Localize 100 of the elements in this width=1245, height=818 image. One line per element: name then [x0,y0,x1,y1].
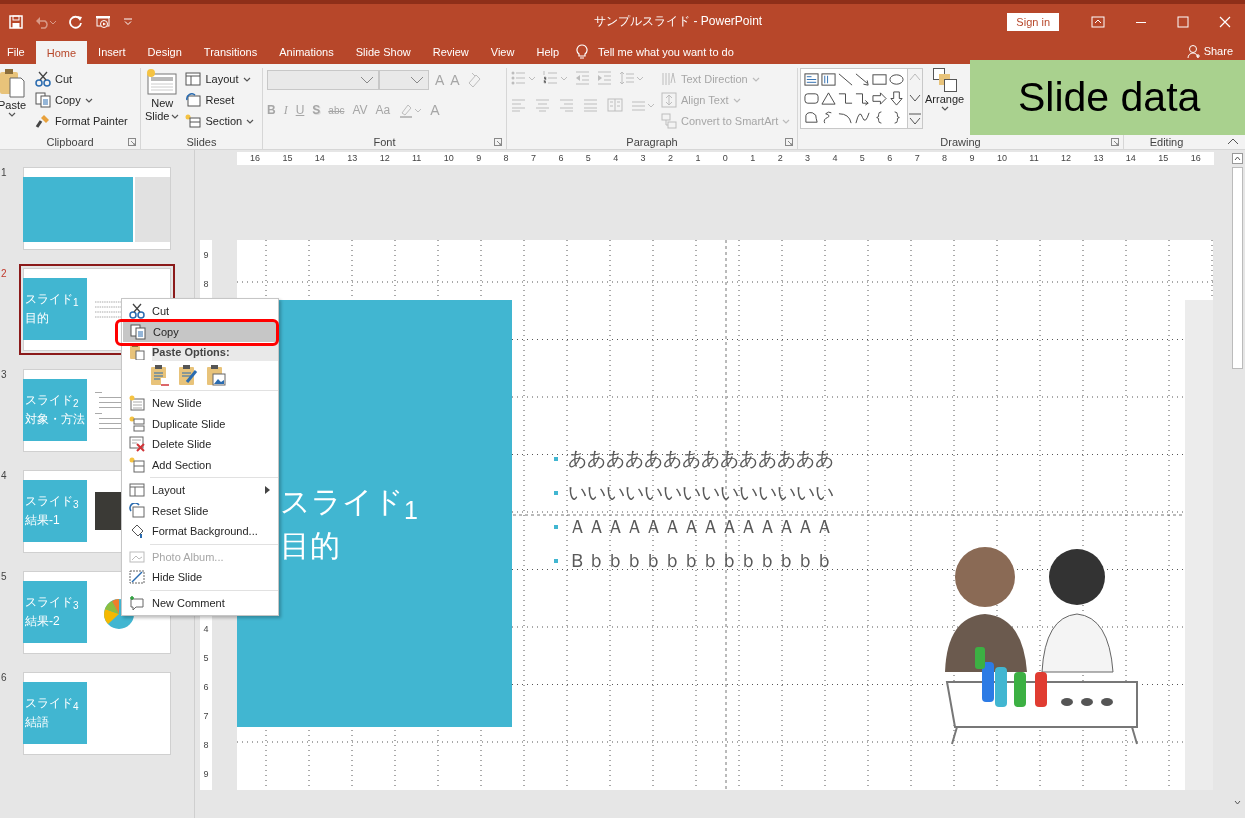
command-button[interactable]: Copy [35,91,128,109]
submenu-arrow-icon [265,486,270,495]
right-arrow-shape-icon[interactable] [872,91,887,106]
paste-as-picture-icon[interactable] [206,364,226,386]
dialog-launcher-icon[interactable] [785,138,793,146]
ruler-number: 11 [1029,154,1039,163]
paste-keep-text-icon[interactable] [150,364,170,386]
bullet-icon [554,457,558,461]
ruler-number: 2 [777,154,783,163]
curve-shape-icon[interactable] [855,110,870,125]
ribbon-tab[interactable]: View [479,39,526,64]
ribbon-tab[interactable]: Slide Show [344,39,422,64]
ruler-number: 5 [859,154,865,163]
share-button[interactable]: Share [1186,43,1233,59]
ruler-number: 2 [668,154,674,163]
menu-item[interactable]: New Slide [122,393,278,414]
rectangle-shape-icon[interactable] [872,72,887,87]
ribbon-tab[interactable]: Animations [268,39,345,64]
slide-number: 5 [0,570,8,582]
ruler-number: 6 [558,154,564,163]
arrow-shape-icon[interactable] [855,72,870,87]
paint-bucket-icon [129,523,145,540]
thumbnail-title: スライド$_{4}$ 結語 [24,696,79,730]
arrange-button[interactable]: Arrange [925,68,965,111]
sign-in-button[interactable]: Sign in [1007,12,1059,31]
menu-item[interactable]: Reset Slide [122,500,278,521]
slide-number: 6 [0,671,8,683]
ruler-number: 4 [613,154,619,163]
ribbon-tab[interactable]: Review [421,39,480,64]
dialog-launcher-icon[interactable] [494,138,502,146]
thumbnail-title: スライド$_{1}$ 目的 [24,292,79,326]
vertical-text-box-icon[interactable] [821,72,836,87]
dialog-launcher-icon[interactable] [1111,138,1119,146]
text-box-icon[interactable] [804,72,819,87]
presentation-icon[interactable] [95,14,111,29]
ribbon-tab[interactable]: Help [525,39,571,64]
ruler-number: 7 [531,154,536,163]
command-button[interactable]: Section [185,112,255,130]
menu-item[interactable]: Format Background... [122,521,278,542]
freeform-shape-icon[interactable] [804,110,819,125]
slide-number: 4 [0,469,8,481]
menu-item[interactable]: Add Section [122,454,278,475]
down-arrow-shape-icon[interactable] [889,91,904,106]
menu-item[interactable]: Hide Slide [122,567,278,588]
ribbon-tab[interactable]: File [0,39,36,64]
paste-with-formatting-icon[interactable] [178,364,198,386]
oval-shape-icon[interactable] [889,72,904,87]
thumbnail-title: スライド$_{3}$ 結果-2 [24,595,79,629]
save-icon[interactable] [9,14,23,29]
arc-shape-icon[interactable] [838,110,853,125]
ruler-number: 3 [640,154,646,163]
ruler-number: 8 [942,154,948,163]
elbow-arrow-icon[interactable] [855,91,870,106]
ruler-number: 9 [969,154,975,163]
menu-item[interactable]: New Comment [122,592,278,613]
new-slide-icon [146,68,179,96]
ribbon-tab[interactable]: Insert [87,39,137,64]
menu-item[interactable]: Duplicate Slide [122,413,278,434]
new-slide-button[interactable]: New Slide [145,68,180,122]
copy-icon [130,323,146,340]
ribbon-display-icon[interactable] [1091,15,1105,28]
group-label: Editing [1149,136,1184,148]
bullet-text: Ｂｂｂｂｂｂｂｂｂｂｂｂｂｂ [568,549,834,573]
command-button[interactable]: Format Painter [35,112,128,130]
bullet-text: ああああああああああああああ [568,447,834,471]
menu-item[interactable]: Layout [122,480,278,501]
thumbnail-title: スライド$_{2}$ 対象・方法 [24,393,85,427]
ribbon-tab[interactable]: Home [35,41,88,64]
delete-slide-icon [129,436,145,453]
ruler-number: 10 [443,154,454,163]
command-button[interactable]: Layout [185,70,255,88]
redo-icon[interactable] [69,14,83,29]
scissors-icon [35,71,51,87]
collapse-ribbon-icon[interactable] [1227,137,1239,145]
menu-item[interactable]: Copy [123,321,277,342]
bullet-icon [554,525,558,529]
ribbon-tab[interactable]: Transitions [192,39,269,64]
triangle-shape-icon[interactable] [821,91,836,106]
scroll-up-icon[interactable] [1232,153,1243,164]
scrollbar-thumb[interactable] [1232,167,1243,369]
menu-item[interactable]: Delete Slide [122,434,278,455]
customize-caret-icon[interactable] [123,17,133,26]
reset-icon [185,93,202,107]
ribbon-tab[interactable]: Design [136,39,193,64]
more-icon[interactable] [908,112,922,126]
caret-icon [171,113,180,119]
maximize-icon[interactable] [1177,15,1189,28]
ruler-number: 10 [996,154,1007,163]
ruler-number: 7 [203,711,209,722]
command-button[interactable]: Reset [185,91,255,109]
dialog-launcher-icon[interactable] [128,138,136,146]
bullet-text: いいいいいいいいいいいいいい [568,481,834,505]
close-icon[interactable] [1219,15,1231,28]
caret-icon [8,112,16,117]
group-label: Drawing [940,136,981,148]
rounded-rectangle-shape-icon[interactable] [804,91,819,106]
line-shape-icon[interactable] [838,72,853,87]
lightbulb-icon[interactable] [576,43,589,60]
elbow-connector-icon[interactable] [838,91,853,106]
command-button[interactable]: Cut [35,70,128,88]
